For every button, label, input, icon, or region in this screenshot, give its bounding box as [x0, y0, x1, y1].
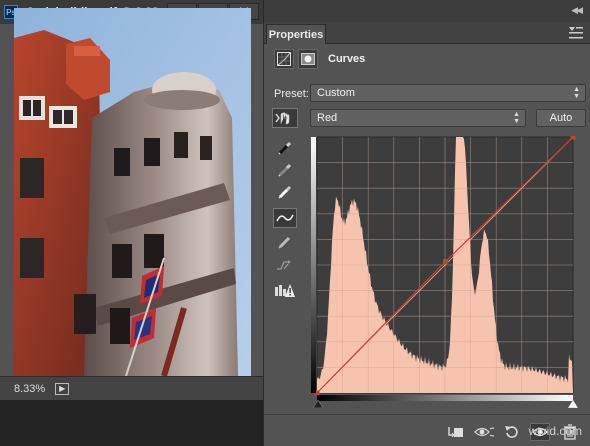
white-point-slider[interactable]: [568, 400, 578, 408]
draw-pencil-tool[interactable]: [273, 232, 297, 252]
hand-target-icon: [275, 112, 290, 125]
dropdown-arrows-icon: ▲ ▼: [573, 86, 580, 100]
dropdown-arrows-icon: ▲ ▼: [513, 111, 520, 125]
zoom-level[interactable]: 8.33%: [14, 383, 45, 395]
eye-previous-icon: [474, 427, 494, 437]
edit-points-tool[interactable]: [273, 208, 297, 228]
reset-button[interactable]: [502, 423, 522, 441]
gray-point-eyedropper[interactable]: [273, 160, 297, 180]
clip-to-layer-button[interactable]: [446, 423, 466, 441]
status-bar: 8.33% ▶: [0, 376, 263, 400]
workspace-background: [0, 400, 263, 446]
layer-mask-icon[interactable]: [298, 49, 318, 69]
document-window: Ps © uk building.tif @ 8.33...: [0, 0, 263, 446]
adjustment-header: Curves: [274, 48, 365, 70]
preset-label: Preset:: [274, 88, 309, 100]
curves-adjustment-icon[interactable]: [274, 49, 294, 69]
panel-tab-row: Properties: [264, 22, 590, 44]
watermark: wtvid.com: [528, 424, 582, 438]
pencil-icon: [278, 236, 291, 249]
preset-value: Custom: [317, 87, 355, 99]
collapse-panel-icon[interactable]: ◀◀: [571, 5, 583, 16]
curve-wave-icon: [276, 214, 294, 222]
clipping-warning-tool[interactable]: [273, 281, 297, 301]
panel-menu-icon[interactable]: [569, 27, 583, 39]
properties-panel: ◀◀ Properties Curves Preset: Custom ▲ ▼ R…: [263, 0, 590, 446]
tab-properties[interactable]: Properties: [266, 24, 326, 44]
eyedropper-gray-icon: [278, 163, 292, 177]
image-canvas[interactable]: [14, 8, 251, 376]
curves-graph[interactable]: [311, 136, 579, 396]
adjustment-title: Curves: [328, 53, 366, 65]
building-photo: [14, 8, 251, 376]
black-point-slider[interactable]: [313, 400, 323, 408]
clipping-warning-icon: [275, 284, 295, 297]
panel-topbar[interactable]: ◀◀: [264, 0, 590, 22]
smooth-icon: [277, 260, 291, 270]
input-gradient: [317, 395, 573, 401]
clip-to-layer-icon: [448, 427, 463, 438]
eyedropper-black-icon: [278, 141, 292, 155]
reset-icon: [505, 426, 518, 438]
smooth-curve-tool[interactable]: [273, 255, 297, 275]
on-image-adjustment-tool[interactable]: [272, 108, 298, 128]
auto-button[interactable]: Auto: [536, 109, 586, 127]
curve-control-point[interactable]: [570, 136, 576, 140]
white-point-eyedropper[interactable]: [273, 182, 297, 202]
preset-dropdown[interactable]: Custom ▲ ▼: [310, 84, 586, 102]
black-point-eyedropper[interactable]: [273, 138, 297, 158]
view-previous-state-button[interactable]: [474, 423, 494, 441]
channel-dropdown[interactable]: Red ▲ ▼: [310, 109, 526, 127]
eyedropper-white-icon: [278, 185, 292, 199]
output-gradient: [311, 137, 316, 393]
status-menu-arrow-icon[interactable]: ▶: [55, 382, 70, 395]
channel-value: Red: [317, 112, 338, 124]
curve-control-point[interactable]: [443, 258, 449, 264]
